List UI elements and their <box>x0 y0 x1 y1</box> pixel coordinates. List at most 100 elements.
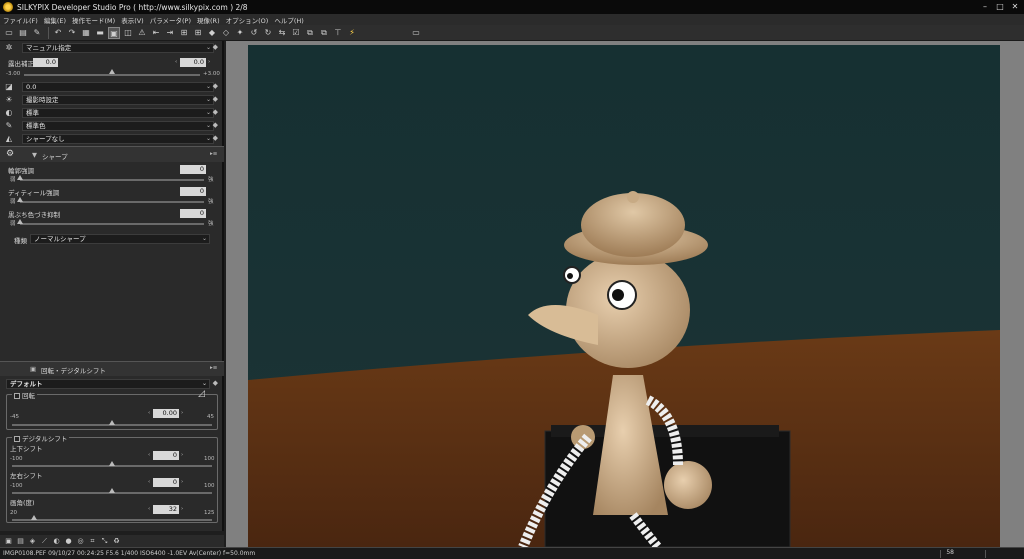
tag-icon[interactable]: ◆ <box>206 27 218 39</box>
rotate-checkbox[interactable]: 回転 <box>12 390 37 400</box>
lens-icon[interactable]: ◎ <box>75 536 86 547</box>
sharp-section-header[interactable]: ⚙ ▼ シャープ ▸≡ <box>0 146 224 162</box>
vertical-increase[interactable]: › <box>181 452 183 458</box>
close-button[interactable]: ✕ <box>1008 1 1022 12</box>
fringe-slider-thumb[interactable] <box>17 219 23 224</box>
add-wb-button[interactable]: ◆ <box>213 95 218 103</box>
add-rotation-preset-button[interactable]: ◆ <box>213 379 218 387</box>
fringe-value-input[interactable]: 0 <box>180 209 206 218</box>
exposure-decrease[interactable]: ‹ <box>175 59 177 65</box>
menu-parameter[interactable]: パラメータ(P) <box>150 15 191 25</box>
menu-option[interactable]: オプション(O) <box>226 15 269 25</box>
edge-slider-thumb[interactable] <box>17 175 23 180</box>
open-folder-icon[interactable]: ▭ <box>3 27 15 39</box>
crop-icon[interactable]: ⊞ <box>178 27 190 39</box>
check-icon[interactable]: ☑ <box>290 27 302 39</box>
sphere-icon[interactable]: ● <box>63 536 74 547</box>
color-dropdown[interactable]: 標準色 ⌄ <box>22 121 214 131</box>
crop-frame-icon[interactable]: ⌗ <box>87 536 98 547</box>
detail-value-input[interactable]: 0 <box>180 187 206 196</box>
arrow-left-icon[interactable]: ⇤ <box>150 27 162 39</box>
angle-value-input[interactable]: 32 <box>153 505 179 514</box>
redo-icon[interactable]: ↷ <box>66 27 78 39</box>
add-sharp-button[interactable]: ◆ <box>213 134 218 142</box>
exposure-value-input[interactable]: 0.0 <box>33 58 58 67</box>
vertical-slider-thumb[interactable] <box>109 461 115 466</box>
grid-view-icon[interactable]: ▦ <box>80 27 92 39</box>
horizontal-decrease[interactable]: ‹ <box>148 479 150 485</box>
add-gamma-button[interactable]: ◆ <box>213 82 218 90</box>
copy-icon[interactable]: ⧉ <box>318 27 330 39</box>
save-icon[interactable]: ▤ <box>17 27 29 39</box>
detail-slider-track[interactable] <box>20 201 204 203</box>
exposure-slider-track[interactable] <box>24 74 200 76</box>
menu-mode[interactable]: 操作モード(M) <box>72 15 115 25</box>
angle-increase[interactable]: › <box>181 506 183 512</box>
gamma-dropdown[interactable]: 0.0 ⌄ <box>22 82 214 92</box>
angle-decrease[interactable]: ‹ <box>148 506 150 512</box>
maximize-button[interactable]: □ <box>993 1 1007 12</box>
arrow-right-icon[interactable]: ⇥ <box>164 27 176 39</box>
image-viewer[interactable] <box>226 41 1024 547</box>
rotate-increase[interactable]: › <box>181 410 183 416</box>
menu-edit[interactable]: 編集(E) <box>44 15 66 25</box>
horizontal-slider-thumb[interactable] <box>109 488 115 493</box>
detail-slider-thumb[interactable] <box>17 197 23 202</box>
rotate-decrease[interactable]: ‹ <box>148 410 150 416</box>
fringe-slider-track[interactable] <box>20 223 204 225</box>
add-color-button[interactable]: ◆ <box>213 121 218 129</box>
hue-icon[interactable]: ◈ <box>27 536 38 547</box>
rotation-preset-dropdown[interactable]: デフォルト ⌄ <box>6 379 210 389</box>
camera-icon[interactable]: ▣ <box>3 536 14 547</box>
tone-dropdown[interactable]: 標準 ⌄ <box>22 108 214 118</box>
tag-remove-icon[interactable]: ◇ <box>220 27 232 39</box>
edge-value-input[interactable]: 0 <box>180 165 206 174</box>
brush-icon[interactable]: ✎ <box>31 27 43 39</box>
add-tone-button[interactable]: ◆ <box>213 108 218 116</box>
highlight-icon[interactable]: ◐ <box>51 536 62 547</box>
vertical-value-input[interactable]: 0 <box>153 451 179 460</box>
wand-icon[interactable]: ✦ <box>234 27 246 39</box>
rotate-left-icon[interactable]: ↺ <box>248 27 260 39</box>
comment-icon[interactable]: ▤ <box>15 536 26 547</box>
undo-icon[interactable]: ↶ <box>52 27 64 39</box>
sharp-type-dropdown[interactable]: ノーマルシャープ ⌄ <box>30 234 210 244</box>
horizontal-increase[interactable]: › <box>181 479 183 485</box>
preset-dropdown[interactable]: マニュアル指定 ⌄ <box>22 43 214 53</box>
monitor-icon[interactable]: ▭ <box>410 27 422 39</box>
vertical-decrease[interactable]: ‹ <box>148 452 150 458</box>
rotation-section-header[interactable]: ▣ 回転・デジタルシフト ▸≡ <box>0 361 224 376</box>
recycle-icon[interactable]: ♻ <box>111 536 122 547</box>
rotate-value-input[interactable]: 0.00 <box>153 409 179 418</box>
compare-view-icon[interactable]: ◫ <box>122 27 134 39</box>
angle-tool-icon[interactable]: ◿ <box>198 389 205 399</box>
rotation-menu-icon[interactable]: ▸≡ <box>210 365 217 371</box>
section-menu-icon[interactable]: ▸≡ <box>210 151 217 157</box>
digital-shift-checkbox[interactable]: デジタルシフト <box>12 433 70 443</box>
flip-icon[interactable]: ⇆ <box>276 27 288 39</box>
develop-icon[interactable]: ⊤ <box>332 27 344 39</box>
rotate-slider-thumb[interactable] <box>109 420 115 425</box>
warning-icon[interactable]: ⚠ <box>136 27 148 39</box>
minimize-button[interactable]: – <box>978 1 992 12</box>
menu-file[interactable]: ファイル(F) <box>3 15 38 25</box>
curve-icon[interactable]: ⟋ <box>39 536 50 547</box>
exposure-fine-input[interactable]: 0.0 <box>180 58 206 67</box>
resize-icon[interactable]: ⤡ <box>99 536 110 547</box>
add-preset-button[interactable]: ◆ <box>213 43 218 51</box>
edge-slider-track[interactable] <box>20 179 204 181</box>
angle-slider-track[interactable] <box>12 519 212 521</box>
single-view-icon[interactable]: ▣ <box>108 26 120 39</box>
exposure-slider-thumb[interactable] <box>109 69 115 74</box>
list-view-icon[interactable]: ▬ <box>94 27 106 39</box>
white-balance-dropdown[interactable]: 撮影時設定 ⌄ <box>22 95 214 105</box>
horizontal-value-input[interactable]: 0 <box>153 478 179 487</box>
rotate-right-icon[interactable]: ↻ <box>262 27 274 39</box>
menu-develop[interactable]: 現像(R) <box>197 15 220 25</box>
sharpness-dropdown[interactable]: シャープなし ⌄ <box>22 134 214 144</box>
menu-help[interactable]: ヘルプ(H) <box>274 15 303 25</box>
exposure-increase[interactable]: › <box>208 59 210 65</box>
grid-icon[interactable]: ⊞ <box>192 27 204 39</box>
angle-slider-thumb[interactable] <box>31 515 37 520</box>
paste-icon[interactable]: ⧉ <box>304 27 316 39</box>
